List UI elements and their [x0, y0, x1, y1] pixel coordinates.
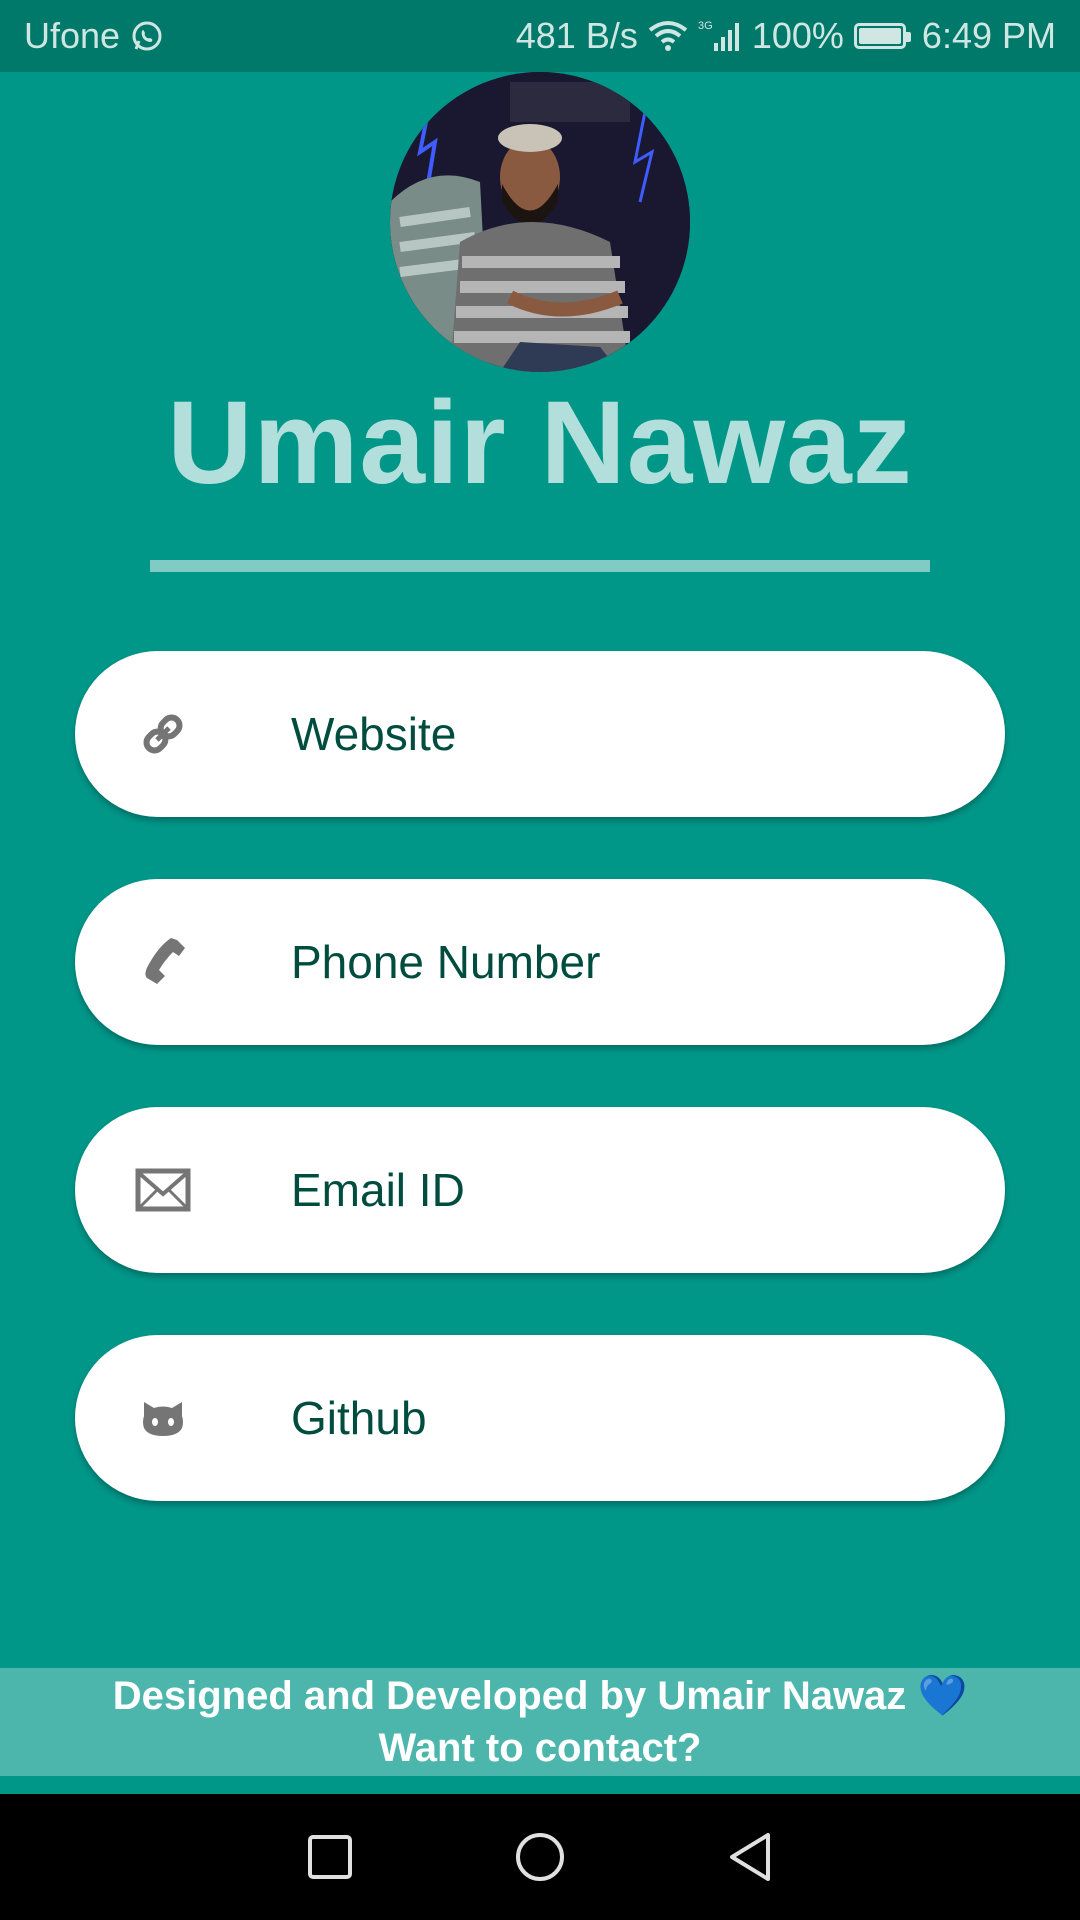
status-bar: Ufone 481 B/s 3G 100% 6:49 PM	[0, 0, 1080, 72]
footer-credit: Designed and Developed by Umair Nawaz	[112, 1674, 907, 1718]
battery-percent: 100%	[751, 15, 844, 56]
github-icon	[131, 1386, 195, 1450]
profile-avatar	[390, 72, 690, 372]
status-left: Ufone	[24, 15, 164, 57]
back-triangle-icon[interactable]	[720, 1827, 780, 1887]
footer[interactable]: Designed and Developed by Umair Nawaz 💙 …	[0, 1668, 1080, 1776]
battery-level	[858, 28, 901, 44]
recents-square-icon[interactable]	[300, 1827, 360, 1887]
network-speed: 481 B/s	[515, 15, 638, 56]
website-button[interactable]: Website	[75, 651, 1005, 817]
phone-label: Phone Number	[291, 936, 601, 988]
network-type-text: 3G	[698, 20, 713, 32]
profile-photo	[390, 72, 690, 372]
github-button[interactable]: Github	[75, 1335, 1005, 1501]
divider	[150, 560, 930, 572]
home-circle-icon[interactable]	[510, 1827, 570, 1887]
status-right: 481 B/s 3G 100% 6:49 PM	[516, 15, 1056, 57]
whatsapp-icon	[130, 19, 164, 53]
footer-credit-line: Designed and Developed by Umair Nawaz 💙	[0, 1670, 1080, 1722]
phone-button[interactable]: Phone Number	[75, 879, 1005, 1045]
signal-icon: 3G	[698, 19, 742, 53]
wifi-icon	[648, 20, 688, 52]
github-label: Github	[291, 1392, 427, 1444]
email-button[interactable]: Email ID	[75, 1107, 1005, 1273]
email-label: Email ID	[291, 1164, 465, 1216]
heart-icon: 💙	[917, 1674, 968, 1718]
clock: 6:49 PM	[921, 15, 1056, 56]
profile-name: Umair Nawaz	[167, 377, 913, 509]
phone-icon	[131, 930, 195, 994]
website-label: Website	[291, 708, 457, 760]
mail-icon	[131, 1158, 195, 1222]
contact-link[interactable]: Want to contact?	[0, 1722, 1080, 1774]
system-nav-bar	[0, 1794, 1080, 1920]
carrier-label: Ufone	[24, 15, 121, 56]
battery-icon	[853, 23, 911, 49]
link-icon	[131, 702, 195, 766]
